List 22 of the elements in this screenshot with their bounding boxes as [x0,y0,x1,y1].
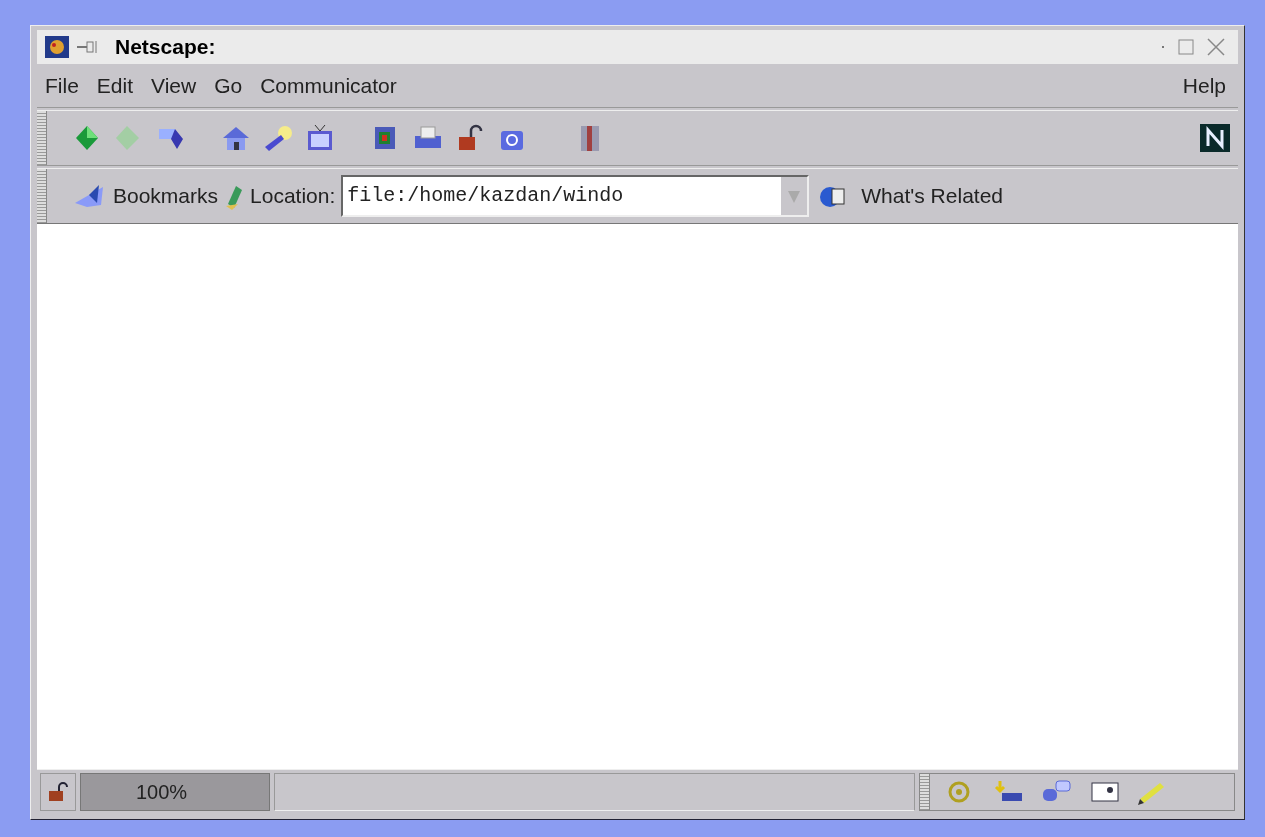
location-field[interactable]: file:/home/kazdan/windo [341,175,810,217]
toolbar-grip[interactable] [920,773,930,810]
menu-item[interactable]: Help [1182,69,1230,102]
security-indicator[interactable] [40,772,76,811]
whats-related-label[interactable]: What's Related [861,180,1003,212]
pin-icon[interactable] [77,40,99,54]
n-logo-icon[interactable] [1200,124,1230,152]
toolbar-grip[interactable] [37,169,47,223]
padlock-icon [47,780,69,803]
menu-item[interactable]: Edit [96,69,134,102]
toolbar-grip[interactable] [37,111,47,165]
window-title: Netscape: [115,34,216,61]
location-label: Location: [250,183,336,210]
url-text: file:/home/kazdan/windo [346,183,625,209]
menu-item[interactable]: Go [214,69,243,102]
menu-item[interactable]: View [151,69,197,102]
dropdown-icon[interactable] [781,177,808,215]
bookmarks-label[interactable]: Bookmarks [113,180,219,212]
menu-item[interactable]: Communicator [260,69,397,102]
close-icon[interactable] [1206,37,1226,57]
menu-item[interactable]: File [45,69,79,102]
zoom-level: 100% [136,779,188,805]
